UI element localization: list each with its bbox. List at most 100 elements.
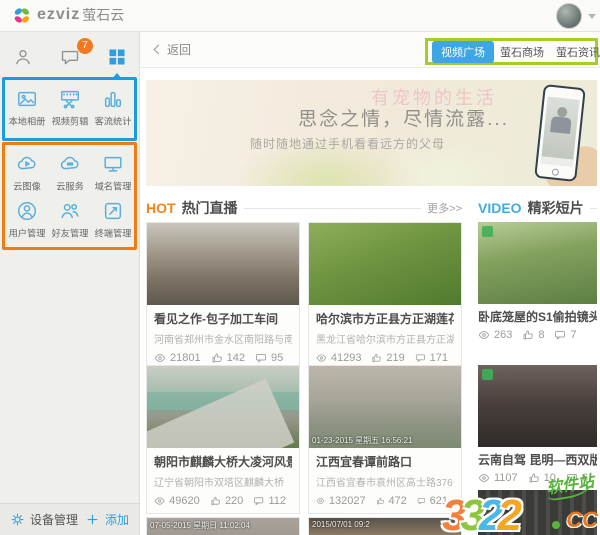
tab-ezviz-mall[interactable]: 萤石商场 (494, 44, 550, 60)
live-card[interactable]: 看见之作-包子加工车间 河南省郑州市金水区南阳路与南丰街.. 21801 142… (146, 222, 300, 371)
topbar: ezviz 萤石云 (0, 0, 600, 32)
terminal-pencil-icon (104, 202, 121, 219)
hot-title: 热门直播 (181, 200, 238, 216)
video-card[interactable]: 卧底笼屋的S1偷拍镜头发酵 263 8 7 (478, 222, 597, 341)
video-stats: 1107 10 6 (478, 472, 597, 484)
video-card-title: 云南自驾 昆明—西双版纳 (478, 453, 597, 467)
friends-icon (60, 203, 79, 218)
promo-banner[interactable]: 有宠物的生活 思念之情，尽情流露... 随时随地通过手机看看远方的父母 (146, 80, 597, 186)
comments-icon (254, 497, 264, 506)
sidebar-item-cloud-service[interactable]: 云服务 (48, 149, 91, 196)
user-avatar[interactable] (556, 3, 582, 29)
messages-icon[interactable]: 7 (57, 38, 93, 70)
likes-icon (211, 496, 220, 506)
banner-headline: 思念之情，尽情流露... (298, 109, 509, 130)
video-card-title: 卧底笼屋的S1偷拍镜头发酵 (478, 310, 597, 324)
live-card-partial[interactable]: 2015/07/01 09:2 (308, 517, 462, 535)
live-location: 辽宁省朝阳市双塔区麒麟大桥 (154, 478, 284, 489)
likes-icon (376, 497, 384, 505)
sidebar-item-visitor-stats[interactable]: 客流统计 (91, 84, 134, 131)
comments-icon (417, 498, 425, 505)
banner-subline: 随时随地通过手机看看远方的父母 (249, 137, 445, 151)
live-title: 朝阳市麒麟大桥大凌河风景区 (154, 455, 292, 469)
sidebar-item-local-album[interactable]: 本地相册 (5, 84, 48, 131)
live-stats: 49620 220 112 (154, 495, 292, 507)
comments-icon (566, 474, 577, 483)
views-icon (154, 497, 165, 505)
sidebar-item-user-manage[interactable]: 用户管理 (5, 196, 48, 243)
monitor-icon (103, 156, 122, 172)
video-tag: VIDEO (478, 200, 522, 216)
views-icon (316, 354, 327, 362)
thumbnail-timestamp: 2015/07/01 09:2 (312, 520, 370, 529)
views-icon (316, 498, 325, 504)
live-card[interactable]: 哈尔滨市方正县方正湖莲花池 黑龙江省哈尔滨市方正县方正湖 41293 219 1… (308, 222, 462, 371)
thumbnail-timestamp: 01-23-2015 星期五 16:56:21 (312, 436, 413, 445)
video-card[interactable]: 云南自驾 昆明—西双版纳 1107 10 6 (478, 365, 597, 484)
live-thumbnail (147, 366, 299, 448)
live-location: 黑龙江省哈尔滨市方正县方正湖 (316, 335, 454, 346)
tab-ezviz-news[interactable]: 萤石资讯 (550, 44, 600, 60)
app-logo: ezviz 萤石云 (12, 5, 124, 25)
apps-grid-icon[interactable] (104, 44, 130, 70)
video-section-header: VIDEO 精彩短片 (478, 198, 597, 218)
sidebar-item-cloud-images[interactable]: 云图像 (5, 149, 48, 196)
video-card-partial[interactable] (478, 490, 597, 535)
back-label: 返回 (167, 43, 192, 57)
sidebar-item-terminal-manage[interactable]: 终端管理 (91, 196, 134, 243)
likes-icon (372, 353, 382, 363)
live-card[interactable]: 01-23-2015 星期五 16:56:21 江西宜春谭前路口 江西省宜春市袁… (308, 365, 462, 514)
live-title: 看见之作-包子加工车间 (154, 312, 278, 326)
video-title: 精彩短片 (527, 200, 584, 216)
sidebar-item-domain-manage[interactable]: 域名管理 (91, 149, 134, 196)
live-thumbnail (309, 223, 461, 305)
device-manage-button[interactable]: 设备管理 (10, 511, 78, 528)
views-icon (154, 354, 166, 362)
live-stats: 41293 219 171 (316, 352, 454, 364)
sidebar-item-friends-manage[interactable]: 好友管理 (48, 196, 91, 243)
photo-icon (17, 91, 36, 106)
thumb-badge (482, 369, 493, 380)
sidebar-item-video-clip[interactable]: 视频剪辑 (48, 84, 91, 131)
user-menu-chevron-icon[interactable] (588, 14, 596, 19)
views-icon (478, 331, 490, 339)
logo-text-en: ezviz (37, 6, 81, 23)
film-scissors-icon (60, 90, 79, 108)
hot-tag: HOT (146, 200, 176, 216)
views-icon (478, 474, 490, 482)
live-title: 江西宜春谭前路口 (316, 455, 413, 469)
comments-icon (555, 331, 566, 340)
green-highlight-box: 视频广场 萤石商场 萤石资讯 (425, 38, 600, 65)
more-link[interactable]: 更多>> (427, 200, 462, 216)
likes-icon (212, 353, 222, 363)
video-thumbnail (478, 222, 597, 304)
sidebar: 7 本地相册 视频剪辑 客流统计 云图像 云服务 域名管理 用户管理 好友管理 … (0, 32, 140, 503)
live-card-partial[interactable]: 07-05-2015 星期日 11:02:04 (146, 517, 300, 535)
likes-icon (529, 473, 539, 483)
tools-group-management: 云图像 云服务 域名管理 用户管理 好友管理 终端管理 (5, 149, 135, 243)
live-card[interactable]: 朝阳市麒麟大桥大凌河风景区 辽宁省朝阳市双塔区麒麟大桥 49620 220 11… (146, 365, 300, 514)
comments-icon (415, 354, 425, 363)
comments-icon (255, 354, 266, 363)
add-device-button[interactable]: 添加 (85, 511, 129, 528)
thumb-badge (482, 226, 493, 237)
contacts-icon[interactable] (10, 44, 36, 70)
bar-chart-icon (104, 91, 121, 107)
tools-group-media: 本地相册 视频剪辑 客流统计 (5, 84, 135, 131)
thumb-road-decor (147, 378, 295, 448)
back-button[interactable]: 返回 (153, 41, 192, 58)
live-stats: 21801 142 95 (154, 352, 292, 364)
phone-screen (540, 96, 580, 167)
live-stats: 132027 472 621 (316, 495, 454, 507)
divider (589, 207, 597, 209)
live-thumbnail: 01-23-2015 星期五 16:56:21 (309, 366, 461, 448)
app-window: ezviz 萤石云 7 本地相册 视频剪辑 客流统计 云图像 云服务 域名管理 … (0, 0, 600, 535)
sidebar-mode-switcher: 7 (0, 38, 140, 74)
gear-icon (11, 513, 24, 526)
message-count-badge: 7 (76, 38, 93, 54)
live-location: 河南省郑州市金水区南阳路与南丰街.. (154, 335, 292, 346)
plus-icon (87, 514, 98, 525)
hot-section-header: HOT 热门直播 更多>> (146, 198, 462, 218)
live-title: 哈尔滨市方正县方正湖莲花池 (316, 312, 454, 326)
tab-video-plaza[interactable]: 视频广场 (432, 40, 494, 63)
